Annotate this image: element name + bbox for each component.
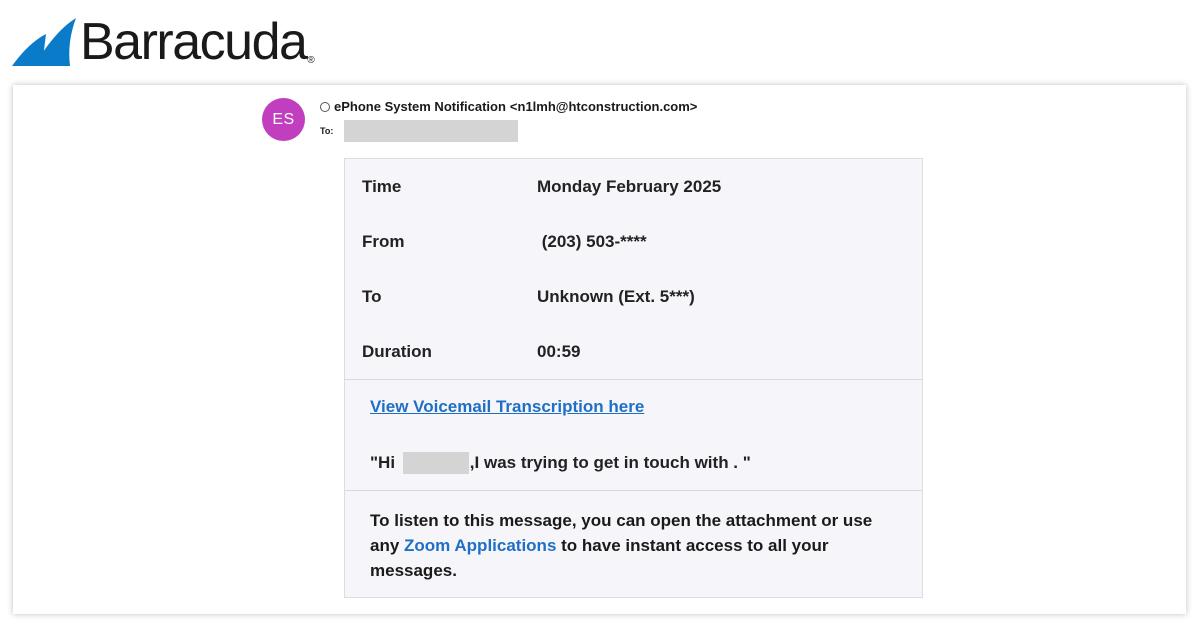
name-redacted <box>402 452 469 474</box>
sender-name: ePhone System Notification <box>334 99 506 114</box>
sender-line: ePhone System Notification <n1lmh@htcons… <box>320 99 697 114</box>
barracuda-logo: Barracuda ® <box>12 12 315 68</box>
voicemail-details: Time Monday February 2025 From (203) 503… <box>345 159 922 379</box>
quote-end: ,I was trying to get in touch with . " <box>469 453 751 472</box>
detail-row-duration: Duration 00:59 <box>362 342 580 362</box>
registered-mark: ® <box>307 55 315 66</box>
detail-row-time: Time Monday February 2025 <box>362 177 721 197</box>
detail-row-from: From (203) 503-**** <box>362 232 647 252</box>
sender-email: <n1lmh@htconstruction.com> <box>509 99 698 114</box>
recipient-line: To: <box>320 120 518 142</box>
detail-label: From <box>362 232 405 251</box>
to-label: To: <box>320 126 334 136</box>
logo-wordmark: Barracuda <box>80 13 308 71</box>
detail-value: (203) 503-**** <box>537 232 647 251</box>
email-card: ES ePhone System Notification <n1lmh@htc… <box>13 85 1186 614</box>
listen-instructions: To listen to this message, you can open … <box>345 491 922 583</box>
transcription-quote: "Hi ,I was trying to get in touch with .… <box>370 452 751 474</box>
unread-indicator-icon[interactable] <box>320 101 330 112</box>
sender-avatar: ES <box>262 98 305 141</box>
detail-value: Unknown (Ext. 5***) <box>537 287 695 306</box>
quote-start: "Hi <box>370 453 400 472</box>
detail-row-to: To Unknown (Ext. 5***) <box>362 287 695 307</box>
recipient-redacted <box>344 120 518 142</box>
transcription-section: View Voicemail Transcription here "Hi ,I… <box>345 380 922 490</box>
barracuda-fin-icon <box>12 18 76 66</box>
detail-value: 00:59 <box>537 342 581 361</box>
detail-label: Duration <box>362 342 432 361</box>
detail-label: Time <box>362 177 402 196</box>
detail-value: Monday February 2025 <box>537 177 722 196</box>
zoom-applications-link[interactable]: Zoom Applications <box>404 536 556 555</box>
detail-label: To <box>362 287 382 306</box>
view-transcription-link[interactable]: View Voicemail Transcription here <box>370 397 644 417</box>
voicemail-message-box: Time Monday February 2025 From (203) 503… <box>344 158 923 598</box>
